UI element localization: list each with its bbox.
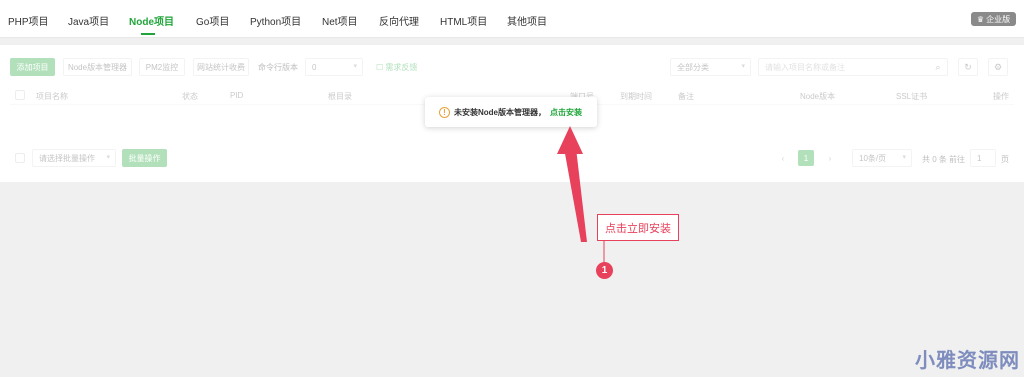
- tab-net[interactable]: Net项目: [322, 13, 358, 28]
- col-expire[interactable]: 到期时间: [620, 91, 652, 102]
- arrow-shaft: [564, 148, 587, 242]
- edition-label: 企业版: [986, 14, 1011, 24]
- annotation-callout: 点击立即安装: [597, 214, 679, 241]
- chevron-down-icon: ▾: [902, 154, 906, 161]
- col-node-version: Node版本: [800, 92, 836, 101]
- search-icon[interactable]: ⌕: [928, 58, 948, 76]
- chevron-down-icon: ▾: [353, 63, 357, 70]
- warning-message: 未安装Node版本管理器，: [454, 107, 546, 117]
- batch-select[interactable]: 请选择批量操作 ▾: [32, 149, 116, 167]
- batch-select-value: 请选择批量操作: [39, 153, 95, 163]
- refresh-icon[interactable]: ↻: [958, 58, 978, 76]
- tab-other[interactable]: 其他项目: [507, 13, 547, 28]
- annotation-arrow: [557, 126, 605, 264]
- col-actions: 操作: [993, 92, 1009, 101]
- prev-page-icon[interactable]: ‹: [775, 150, 791, 166]
- step-marker: 1: [596, 262, 613, 279]
- chevron-down-icon: ▾: [106, 154, 110, 161]
- page-size-select[interactable]: 10条/页 ▾: [852, 149, 912, 167]
- feedback-link[interactable]: ☐ 需求反馈: [376, 62, 417, 73]
- goto-page-input[interactable]: 1: [970, 149, 996, 167]
- select-all-checkbox[interactable]: [15, 90, 25, 100]
- feedback-link-label: 需求反馈: [385, 63, 418, 72]
- active-tab-indicator: [141, 33, 155, 35]
- node-version-manager-button[interactable]: Node版本管理器: [63, 58, 132, 76]
- warning-icon: !: [439, 106, 450, 118]
- cli-version-select[interactable]: 0 ▾: [305, 58, 363, 76]
- goto-label: 前往: [949, 155, 965, 164]
- tab-python[interactable]: Python项目: [250, 13, 301, 28]
- project-type-tabs: PHP项目 Java项目 Node项目 Go项目 Python项目 Net项目 …: [0, 0, 1024, 38]
- chevron-down-icon: ▾: [741, 63, 745, 70]
- search-input[interactable]: 请输入项目名称或备注: [758, 58, 948, 76]
- pm2-monitor-button[interactable]: PM2监控: [139, 58, 185, 76]
- goto-page-value: 1: [977, 153, 982, 163]
- site-stats-button[interactable]: 网站统计收费: [193, 58, 249, 76]
- next-page-icon[interactable]: ›: [822, 150, 838, 166]
- tab-java[interactable]: Java项目: [68, 13, 109, 28]
- col-ssl[interactable]: SSL证书: [896, 91, 927, 102]
- crown-icon: ♛: [976, 14, 985, 24]
- col-project-name[interactable]: 项目名称: [36, 91, 68, 102]
- current-page[interactable]: 1: [798, 150, 814, 166]
- add-project-button[interactable]: 添加项目: [10, 58, 55, 76]
- col-root-dir: 根目录: [328, 92, 352, 101]
- search-placeholder: 请输入项目名称或备注: [765, 62, 845, 72]
- tab-php[interactable]: PHP项目: [8, 13, 49, 28]
- feedback-icon: ☐: [376, 63, 384, 72]
- tab-node[interactable]: Node项目: [129, 13, 174, 28]
- cli-version-label: 命令行版本: [258, 63, 298, 72]
- tab-reverse-proxy[interactable]: 反向代理: [379, 13, 419, 28]
- cli-version-value: 0: [312, 62, 317, 72]
- total-count: 共 0 条: [922, 155, 947, 164]
- arrow-head: [557, 126, 583, 154]
- col-pid: PID: [230, 91, 244, 100]
- category-value: 全部分类: [677, 62, 709, 72]
- category-select[interactable]: 全部分类 ▾: [670, 58, 751, 76]
- install-link[interactable]: 点击安装: [550, 107, 582, 118]
- tab-html[interactable]: HTML项目: [440, 13, 487, 28]
- col-status: 状态: [182, 92, 198, 101]
- page-unit: 页: [1001, 155, 1009, 164]
- tab-go[interactable]: Go项目: [196, 13, 229, 28]
- batch-checkbox[interactable]: [15, 153, 25, 163]
- watermark: 小雅资源网: [915, 350, 1020, 372]
- settings-icon[interactable]: ⚙: [988, 58, 1008, 76]
- enterprise-badge: ♛ 企业版: [971, 12, 1016, 26]
- batch-operation-button[interactable]: 批量操作: [122, 149, 167, 167]
- col-remark: 备注: [678, 92, 694, 101]
- page-size-value: 10条/页: [859, 153, 887, 163]
